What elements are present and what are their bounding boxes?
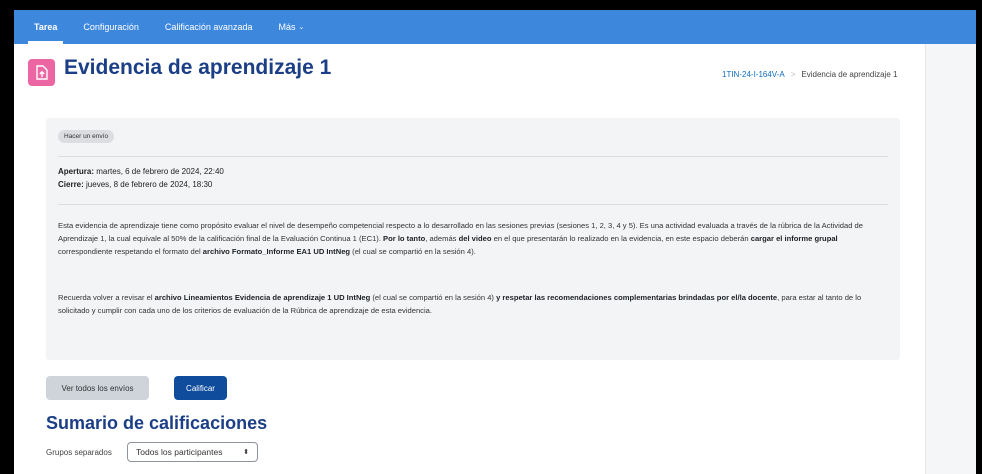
closing-date: Cierre: jueves, 8 de febrero de 2024, 18… xyxy=(58,178,224,191)
tab-calificacion-avanzada[interactable]: Calificación avanzada xyxy=(159,10,259,44)
description-text: (el cual se compartió en la sesión 4) xyxy=(370,293,497,302)
activity-description-paragraph-1: Esta evidencia de aprendizaje tiene como… xyxy=(58,219,893,258)
submission-status-badge[interactable]: Hacer un envío xyxy=(58,130,115,143)
opening-label: Apertura: xyxy=(58,167,95,176)
description-bold: Por lo tanto xyxy=(383,234,426,243)
description-bold: del video xyxy=(458,234,492,243)
description-text: (el cual se compartió en la sesión 4). xyxy=(350,247,476,256)
description-bold: archivo Lineamientos Evidencia de aprend… xyxy=(154,293,371,302)
divider xyxy=(58,204,888,205)
description-bold: y respetar las recomendaciones complemen… xyxy=(496,293,778,302)
group-select[interactable]: Todos los participantes ⬍ xyxy=(127,442,258,462)
description-text: en el que presentarán lo realizado en la… xyxy=(491,234,751,243)
description-text: correspondiente respetando el formato de… xyxy=(58,247,203,256)
tab-tarea-label: Tarea xyxy=(34,22,58,32)
grading-summary-heading: Sumario de calificaciones xyxy=(46,413,268,433)
activity-description-paragraph-2: Recuerda volver a revisar el archivo Lin… xyxy=(58,291,893,317)
divider xyxy=(58,156,888,157)
description-text: , además xyxy=(425,234,459,243)
activity-dates: Apertura: martes, 6 de febrero de 2024, … xyxy=(58,165,224,191)
tab-configuracion-label: Configuración xyxy=(83,22,139,32)
tab-mas-label: Más xyxy=(278,22,296,32)
description-bold: archivo Formato_Informe EA1 UD IntNeg xyxy=(202,247,351,256)
tab-configuracion[interactable]: Configuración xyxy=(77,10,145,44)
activity-information: Hacer un envío Apertura: martes, 6 de fe… xyxy=(46,118,900,360)
description-text: Recuerda volver a revisar el xyxy=(58,293,155,302)
select-caret-icon: ⬍ xyxy=(243,449,249,456)
opening-date: Apertura: martes, 6 de febrero de 2024, … xyxy=(58,165,224,178)
main-content: Evidencia de aprendizaje 1 1TIN-24-I-164… xyxy=(14,44,976,474)
breadcrumb-separator-icon: > xyxy=(790,70,796,79)
grade-button[interactable]: Calificar xyxy=(174,376,227,400)
right-drawer-rail xyxy=(925,44,976,474)
assignment-upload-icon xyxy=(28,59,55,86)
screen-border-right xyxy=(976,0,982,474)
opening-value: martes, 6 de febrero de 2024, 22:40 xyxy=(94,167,224,176)
groups-label: Grupos separados xyxy=(46,448,112,457)
page-title: Evidencia de aprendizaje 1 xyxy=(64,56,332,79)
chevron-down-icon: ⌄ xyxy=(298,24,305,31)
group-select-value: Todos los participantes xyxy=(136,447,223,457)
secondary-navigation: Tarea Configuración Calificación avanzad… xyxy=(14,10,976,44)
closing-label: Cierre: xyxy=(58,180,84,189)
tab-tarea[interactable]: Tarea xyxy=(28,10,64,44)
breadcrumb-course-link[interactable]: 1TIN-24-I-164V-A xyxy=(722,70,785,79)
tab-calificacion-avanzada-label: Calificación avanzada xyxy=(164,22,253,32)
view-all-submissions-button[interactable]: Ver todos los envíos xyxy=(46,376,149,400)
closing-value: jueves, 8 de febrero de 2024, 18:30 xyxy=(83,180,213,189)
breadcrumb-current: Evidencia de aprendizaje 1 xyxy=(801,70,898,79)
screen-border-left xyxy=(0,0,14,474)
tab-mas[interactable]: Más ⌄ xyxy=(272,10,310,44)
breadcrumb: 1TIN-24-I-164V-A > Evidencia de aprendiz… xyxy=(722,70,897,79)
description-bold: cargar el informe grupal xyxy=(750,234,838,243)
